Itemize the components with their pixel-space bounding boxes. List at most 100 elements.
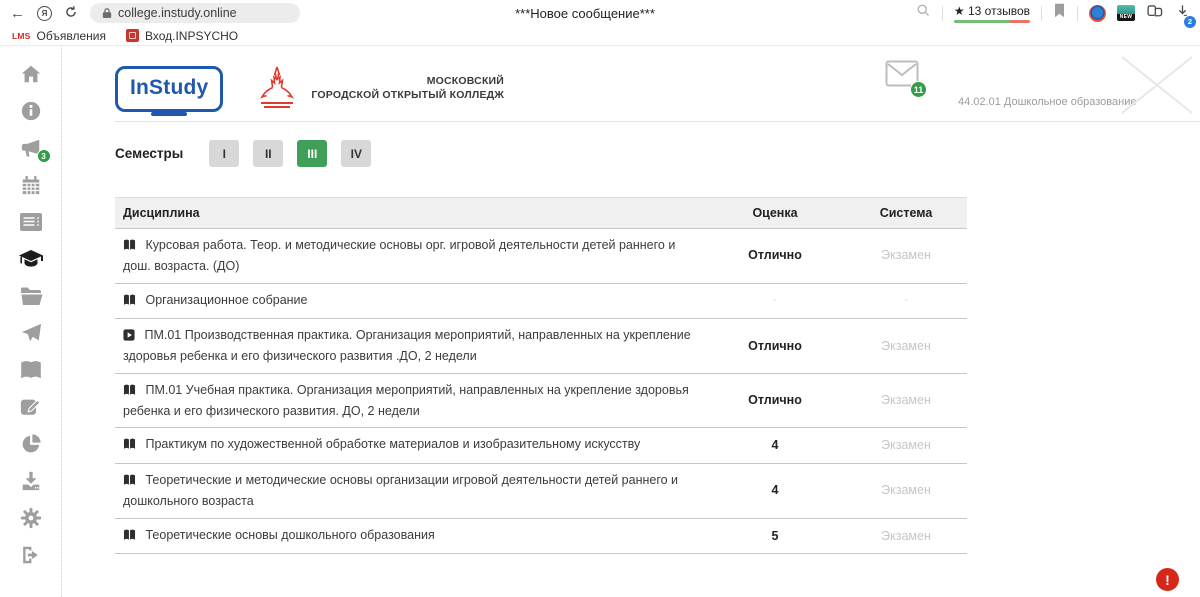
reviews-widget[interactable]: ★ 13 отзывов <box>954 4 1030 23</box>
semester-button-II[interactable]: II <box>253 140 283 167</box>
system-value: Экзамен <box>845 518 967 554</box>
semesters-label: Семестры <box>115 146 183 161</box>
grade-value: - <box>705 283 845 319</box>
refresh-icon[interactable] <box>64 5 78 22</box>
sidebar-item-logout[interactable] <box>16 542 46 567</box>
table-row[interactable]: ПМ.01 Производственная практика. Организ… <box>115 319 967 374</box>
messages-button[interactable]: 11 <box>885 60 919 92</box>
translate-icon: Aя <box>19 359 43 381</box>
star-icon: ★ <box>954 4 965 18</box>
address-bar[interactable]: college.instudy.online <box>90 3 300 23</box>
grade-value: Отлично <box>705 229 845 284</box>
table-row[interactable]: Организационное собрание - - <box>115 283 967 319</box>
college-logo: МОСКОВСКИЙ ГОРОДСКОЙ ОТКРЫТЫЙ КОЛЛЕДЖ <box>251 63 504 115</box>
table-row[interactable]: Курсовая работа. Теор. и методические ос… <box>115 229 967 284</box>
downloads-badge: 2 <box>1184 16 1196 28</box>
bookmarks-bar: LMS Объявления Вход.INPSYCHO <box>0 26 1200 46</box>
sidebar-item-messages[interactable] <box>16 320 46 345</box>
college-name-line1: МОСКОВСКИЙ <box>427 75 504 87</box>
divider <box>942 6 943 21</box>
back-icon[interactable]: ← <box>10 6 25 21</box>
browser-toolbar: ← Я college.instudy.online ***Новое сооб… <box>0 0 1200 26</box>
semester-buttons: IIIIIIIV <box>195 140 371 167</box>
discipline-name: Организационное собрание <box>145 293 307 307</box>
svg-text:A: A <box>33 365 39 374</box>
system-value: Экзамен <box>845 319 967 374</box>
book-icon <box>123 437 136 456</box>
semester-selector: Семестры IIIIIIIV <box>115 140 1200 167</box>
college-tower-icon <box>251 63 303 115</box>
bookmark-flag-icon[interactable] <box>1053 3 1066 23</box>
program-name: 44.02.01 Дошкольное образование <box>958 96 1136 108</box>
discipline-name: Теоретические основы дошкольного образов… <box>145 528 434 542</box>
sidebar-item-settings[interactable] <box>16 505 46 530</box>
column-discipline: Дисциплина <box>115 198 705 229</box>
sidebar-item-announcements[interactable]: 3 <box>16 135 46 160</box>
college-name-line2: ГОРОДСКОЙ ОТКРЫТЫЙ КОЛЛЕДЖ <box>311 89 504 101</box>
table-header-row: Дисциплина Оценка Система <box>115 198 967 229</box>
sidebar-item-statistics[interactable] <box>16 431 46 456</box>
sidebar-item-home[interactable] <box>16 61 46 86</box>
semester-button-IV[interactable]: IV <box>341 140 371 167</box>
sidebar-item-files[interactable] <box>16 283 46 308</box>
downloads-button[interactable]: 2 <box>1175 3 1190 24</box>
table-row[interactable]: Практикум по художественной обработке ма… <box>115 428 967 464</box>
grade-value: 4 <box>705 428 845 464</box>
grades-table: Дисциплина Оценка Система Курсовая работ… <box>115 197 967 554</box>
page-header: InStudy МОСКОВСКИЙ ГОРОДСКОЙ ОТКРЫТЫЙ КО… <box>115 56 1200 122</box>
pie-chart-icon <box>20 433 42 455</box>
grade-value: 5 <box>705 518 845 554</box>
download-icon <box>20 470 42 492</box>
bookmark-announcements[interactable]: LMS Объявления <box>12 29 106 43</box>
table-row[interactable]: Теоретические и методические основы орга… <box>115 464 967 519</box>
bookmark-label: Объявления <box>37 29 106 43</box>
calendar-icon <box>20 174 42 196</box>
error-notification-icon[interactable]: ! <box>1156 568 1179 591</box>
book-icon <box>123 473 136 492</box>
extension-lens-icon[interactable] <box>1089 5 1106 22</box>
search-icon[interactable] <box>916 3 931 23</box>
reviews-count: 13 отзывов <box>968 4 1030 18</box>
edit-icon <box>19 396 42 418</box>
lms-favicon: LMS <box>12 31 31 41</box>
table-row[interactable]: Теоретические основы дошкольного образов… <box>115 518 967 554</box>
sidebar-item-journal[interactable] <box>16 209 46 234</box>
lock-icon <box>102 7 112 19</box>
semester-button-III[interactable]: III <box>297 140 327 167</box>
divider <box>1041 6 1042 21</box>
logout-icon <box>19 544 42 566</box>
inpsycho-favicon <box>126 29 139 42</box>
sidebar-item-downloads[interactable] <box>16 468 46 493</box>
main-content: InStudy МОСКОВСКИЙ ГОРОДСКОЙ ОТКРЫТЫЙ КО… <box>62 46 1200 597</box>
journal-icon <box>19 212 43 232</box>
book-icon <box>123 238 136 257</box>
svg-text:я: я <box>23 366 27 373</box>
grade-value: Отлично <box>705 319 845 374</box>
extension-new-icon[interactable]: NEW <box>1117 5 1135 21</box>
instudy-logo: InStudy <box>115 66 223 112</box>
rating-bar <box>954 20 1030 23</box>
sidebar-item-calendar[interactable] <box>16 172 46 197</box>
grade-value: 4 <box>705 464 845 519</box>
sidebar-item-translate[interactable]: Aя <box>16 357 46 382</box>
browser-profile-icon[interactable]: Я <box>37 6 52 21</box>
system-value: Экзамен <box>845 373 967 428</box>
table-row[interactable]: ПМ.01 Учебная практика. Организация меро… <box>115 373 967 428</box>
sidebar-item-grades[interactable] <box>16 246 46 271</box>
sidebar-item-edit[interactable] <box>16 394 46 419</box>
url-text: college.instudy.online <box>118 6 237 20</box>
messages-badge: 11 <box>910 81 927 98</box>
system-value: Экзамен <box>845 428 967 464</box>
close-icon[interactable] <box>1114 52 1200 123</box>
system-value: Экзамен <box>845 229 967 284</box>
play-icon <box>123 328 135 347</box>
bookmark-inpsycho[interactable]: Вход.INPSYCHO <box>126 29 238 43</box>
discipline-name: ПМ.01 Производственная практика. Организ… <box>123 328 691 363</box>
semester-button-I[interactable]: I <box>209 140 239 167</box>
sidebar-item-info[interactable] <box>16 98 46 123</box>
home-icon <box>19 63 43 85</box>
discipline-name: Практикум по художественной обработке ма… <box>145 437 640 451</box>
extension-panel-icon[interactable] <box>1146 3 1164 24</box>
discipline-name: Теоретические и методические основы орга… <box>123 473 678 508</box>
new-badge: NEW <box>1117 14 1135 21</box>
